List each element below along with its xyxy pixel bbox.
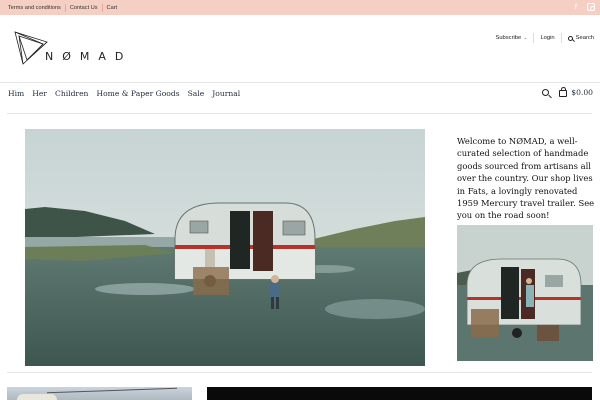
gallery-thumbnail[interactable] xyxy=(7,387,192,400)
trailer-roof xyxy=(17,394,57,400)
contact-link[interactable]: Contact Us xyxy=(66,3,103,12)
chevron-down-icon: ⌄ xyxy=(523,35,528,41)
hero-image[interactable] xyxy=(25,129,425,366)
cart-link[interactable]: Cart xyxy=(103,4,122,12)
power-line xyxy=(47,387,177,394)
welcome-text: Welcome to NØMAD, a well-curated selecti… xyxy=(457,136,595,221)
logo-icon[interactable] xyxy=(13,30,49,66)
login-link[interactable]: Login xyxy=(534,33,562,43)
header-search-button[interactable]: Search xyxy=(562,33,594,43)
logo-text[interactable]: NØMAD xyxy=(45,50,132,63)
subscribe-button[interactable]: Subscribe ⌄ xyxy=(489,33,535,43)
header-actions: Subscribe ⌄ Login Search xyxy=(489,33,594,43)
search-icon[interactable] xyxy=(542,89,550,96)
nav-item-children[interactable]: Children xyxy=(55,88,88,100)
cart-button[interactable]: $0.00 xyxy=(559,87,593,97)
search-label: Search xyxy=(575,35,594,41)
facebook-icon[interactable]: f xyxy=(571,2,581,12)
top-bar: Terms and conditions Contact Us Cart f xyxy=(0,0,600,15)
content-divider xyxy=(7,372,592,373)
shopping-bag-icon xyxy=(559,87,568,97)
nav-item-sale[interactable]: Sale xyxy=(188,88,205,100)
cart-total: $0.00 xyxy=(571,88,593,97)
header-divider xyxy=(0,82,600,83)
nav-right: $0.00 xyxy=(542,87,593,97)
nav-item-journal[interactable]: Journal xyxy=(212,88,240,100)
search-icon xyxy=(567,35,573,41)
gallery-thumbnail-dark[interactable] xyxy=(207,387,592,400)
nav-divider xyxy=(7,113,592,114)
terms-link[interactable]: Terms and conditions xyxy=(4,3,66,12)
subscribe-label: Subscribe xyxy=(495,35,522,41)
instagram-icon[interactable] xyxy=(587,3,595,11)
nav-item-her[interactable]: Her xyxy=(32,88,47,100)
nav-item-him[interactable]: Him xyxy=(8,88,24,100)
nav-item-home-paper-goods[interactable]: Home & Paper Goods xyxy=(96,88,179,100)
social-icons: f xyxy=(571,2,595,12)
top-links: Terms and conditions Contact Us Cart xyxy=(4,0,121,15)
main-nav: Him Her Children Home & Paper Goods Sale… xyxy=(8,88,248,100)
trailer-photo[interactable] xyxy=(457,225,593,361)
